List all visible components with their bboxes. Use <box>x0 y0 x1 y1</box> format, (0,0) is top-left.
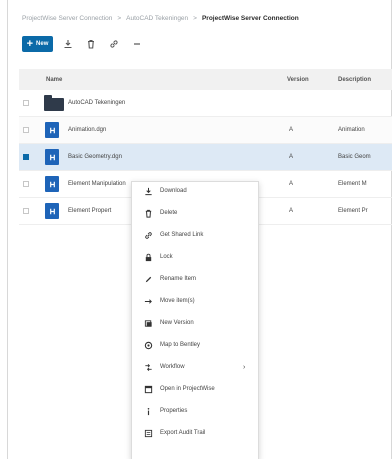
menu-item-label: Workflow <box>160 364 185 370</box>
more-icon[interactable] <box>129 36 145 52</box>
menu-item-label: New Version <box>160 320 194 326</box>
download-icon[interactable] <box>60 36 76 52</box>
folder-icon <box>44 95 64 111</box>
menu-item-label: Rename Item <box>160 276 197 282</box>
info-icon <box>144 407 153 416</box>
breadcrumb-current: ProjectWise Server Connection <box>201 15 299 22</box>
row-description: Basic Geom <box>338 154 371 160</box>
menu-item-workflow[interactable]: Workflow › <box>132 358 260 376</box>
plus-icon: + <box>26 38 34 50</box>
chevron-right-icon: › <box>243 363 246 371</box>
menu-item-properties[interactable]: Properties <box>132 402 260 420</box>
dgn-file-icon <box>45 149 59 165</box>
dgn-file-icon <box>45 122 59 138</box>
trash-icon <box>144 209 153 218</box>
toolbar: + New <box>22 36 145 52</box>
breadcrumb-separator: > <box>193 15 197 22</box>
link-icon[interactable] <box>106 36 122 52</box>
column-header-name[interactable]: Name <box>46 77 62 83</box>
row-name[interactable]: AutoCAD Tekeningen <box>68 100 125 106</box>
menu-item-label: Map to Bentley <box>160 342 201 348</box>
menu-item-label: Lock <box>160 254 173 260</box>
row-description: Animation <box>338 127 365 133</box>
row-version: A <box>289 127 294 133</box>
menu-item-label: Open in ProjectWise <box>160 386 215 392</box>
pencil-icon <box>144 275 153 284</box>
row-checkbox[interactable] <box>23 208 29 214</box>
row-version: A <box>289 154 294 160</box>
menu-item-get-shared-link[interactable]: Get Shared Link <box>132 226 260 244</box>
arrow-right-icon <box>144 297 153 306</box>
menu-item-open-in-projectwise[interactable]: Open in ProjectWise <box>132 380 260 398</box>
table-row[interactable]: Animation.dgn A Animation <box>19 117 392 144</box>
link-icon <box>144 231 153 240</box>
workflow-icon <box>144 363 153 372</box>
menu-item-rename[interactable]: Rename Item <box>132 270 260 288</box>
menu-item-label: Properties <box>160 408 188 414</box>
dgn-file-icon <box>45 176 59 192</box>
menu-item-label: Delete <box>160 210 178 216</box>
menu-item-label: Download <box>160 188 187 194</box>
breadcrumb: ProjectWise Server Connection > AutoCAD Te… <box>22 15 299 22</box>
table-row[interactable]: Basic Geometry.dgn A Basic Geom <box>19 144 392 171</box>
row-name[interactable]: Animation.dgn <box>68 127 106 133</box>
menu-item-label: Get Shared Link <box>160 232 204 238</box>
row-checkbox[interactable] <box>23 154 29 160</box>
menu-item-map-to-bentley[interactable]: Map to Bentley <box>132 336 260 354</box>
breadcrumb-separator: > <box>117 15 122 22</box>
table-row[interactable]: AutoCAD Tekeningen <box>19 90 392 117</box>
menu-item-new-version[interactable]: New Version <box>132 314 260 332</box>
breadcrumb-item-root[interactable]: ProjectWise Server Connection <box>22 15 112 22</box>
row-description: Element Pr <box>338 208 368 214</box>
menu-item-move[interactable]: Move item(s) <box>132 292 260 310</box>
column-header-version[interactable]: Version <box>287 77 309 83</box>
dgn-file-icon <box>45 203 59 219</box>
download-icon <box>144 187 153 196</box>
row-name[interactable]: Element Propert <box>68 208 111 214</box>
table-header: Name Version Description <box>19 69 392 90</box>
row-checkbox[interactable] <box>23 100 29 106</box>
row-version: A <box>289 208 294 214</box>
menu-item-delete[interactable]: Delete <box>132 204 260 222</box>
menu-item-download[interactable]: Download <box>132 182 260 200</box>
lock-icon <box>144 253 153 262</box>
breadcrumb-item-folder[interactable]: AutoCAD Tekeningen <box>126 15 188 22</box>
row-name[interactable]: Element Manipulation <box>68 181 126 187</box>
menu-item-export-audit-trail[interactable]: Export Audit Trail <box>132 424 260 442</box>
row-description: Element M <box>338 181 367 187</box>
menu-item-label: Export Audit Trail <box>160 430 206 436</box>
row-name[interactable]: Basic Geometry.dgn <box>68 154 122 160</box>
open-window-icon <box>144 385 153 394</box>
row-version: A <box>289 181 294 187</box>
map-icon <box>144 341 153 350</box>
export-icon <box>144 429 153 438</box>
new-button-label: New <box>36 41 49 47</box>
context-menu: Download Delete Get Shared Link Lock Ren… <box>131 181 259 459</box>
row-checkbox[interactable] <box>23 181 29 187</box>
new-button[interactable]: + New <box>22 36 53 52</box>
row-checkbox[interactable] <box>23 127 29 133</box>
delete-icon[interactable] <box>83 36 99 52</box>
version-icon <box>144 319 153 328</box>
menu-item-label: Move item(s) <box>160 298 195 304</box>
menu-item-lock[interactable]: Lock <box>132 248 260 266</box>
column-header-description[interactable]: Description <box>338 77 371 83</box>
